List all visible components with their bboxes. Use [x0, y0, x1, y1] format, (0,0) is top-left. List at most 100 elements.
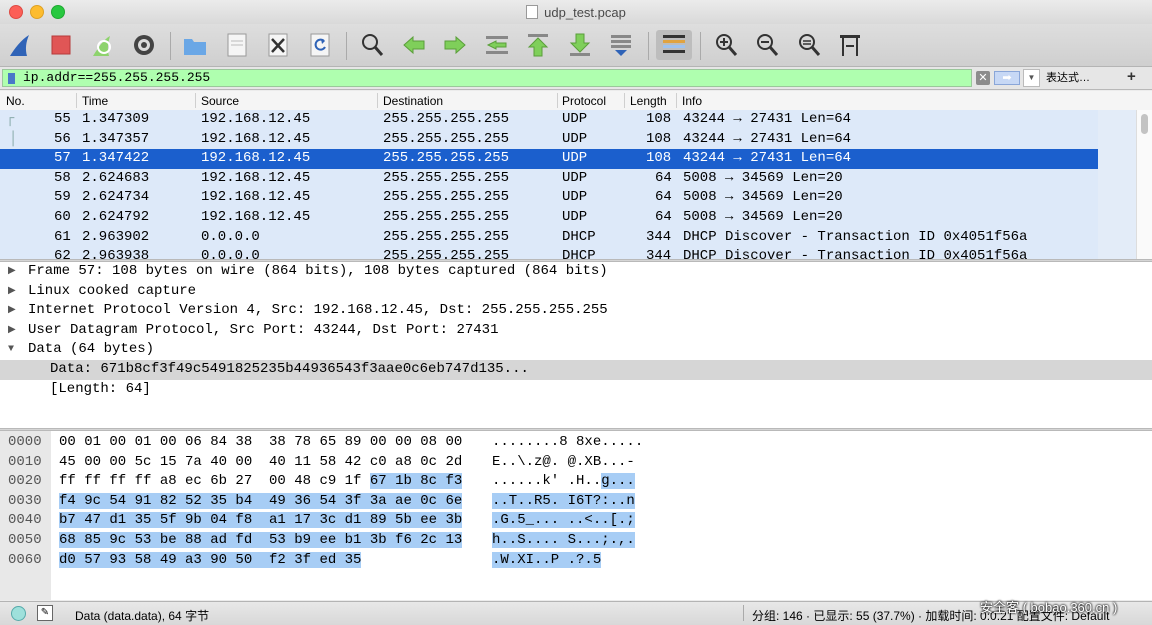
packet-row[interactable]: ┌ 55 1.347309 192.168.12.45 255.255.255.255 U…	[0, 110, 1098, 130]
hex-bytes[interactable]: b7 47 d1 35 5f 9b 04 f8 a1 17 3c d1 89 5…	[59, 511, 463, 530]
packet-details: ▶ Frame 57: 108 bytes on wire (864 bits),…	[0, 262, 1152, 429]
last-icon[interactable]	[565, 30, 595, 60]
packet-row[interactable]: │ 56 1.347357 192.168.12.45 255.255.255.255 U…	[0, 129, 1098, 150]
hex-bytes[interactable]: 68 85 9c 53 be 88 ad fd 53 b9 ee b1 3b f…	[59, 531, 463, 550]
shark-fin-icon[interactable]	[5, 30, 35, 60]
packet-row[interactable]: 58 2.624683 192.168.12.45 255.255.255.255 UD…	[0, 168, 1098, 189]
ascii-bytes[interactable]: ..T..R5. I6T?:..n	[492, 492, 635, 511]
zoom-in-icon[interactable]	[711, 30, 741, 60]
forward-icon[interactable]	[440, 30, 470, 60]
column-time[interactable]: Time	[82, 94, 108, 108]
packet-info: 5008 → 34569 Len=20	[683, 189, 843, 206]
close-file-icon[interactable]	[263, 30, 293, 60]
goto-icon[interactable]	[482, 30, 512, 60]
detail-row-linux-cooked[interactable]: ▶ Linux cooked capture	[0, 282, 1152, 302]
column-length[interactable]: Length	[630, 94, 667, 108]
column-protocol[interactable]: Protocol	[562, 94, 606, 108]
packet-time: 2.963938	[82, 248, 150, 259]
hex-bytes[interactable]: 45 00 00 5c 15 7a 40 00 40 11 58 42 c0 a…	[59, 453, 462, 472]
bytes-row[interactable]: 0000 00 01 00 01 00 06 84 38 38 78 65 89 …	[0, 433, 1152, 453]
detail-row-length[interactable]: [Length: 64]	[0, 380, 1152, 400]
detail-row-frame[interactable]: ▶ Frame 57: 108 bytes on wire (864 bits),…	[0, 262, 1152, 282]
packet-row-selected[interactable]: 57 1.347422 192.168.12.45 255.255.255.255 UD…	[0, 149, 1098, 169]
bookmark-icon[interactable]	[8, 73, 15, 84]
packet-source: 192.168.12.45	[201, 150, 311, 167]
resize-columns-icon[interactable]	[835, 30, 865, 60]
expand-arrow-icon[interactable]: ▶	[8, 262, 16, 281]
packet-row[interactable]: 59 2.624734 192.168.12.45 255.255.255.255 UD…	[0, 188, 1098, 208]
packet-list-scrollbar[interactable]	[1136, 110, 1152, 259]
capture-comment-icon[interactable]: ✎	[37, 605, 53, 621]
detail-row-ipv4[interactable]: ▶ Internet Protocol Version 4, Src: 192.1…	[0, 301, 1152, 321]
options-icon[interactable]	[129, 30, 159, 60]
column-no[interactable]: No.	[6, 94, 25, 108]
expand-arrow-icon[interactable]: ▶	[8, 282, 16, 301]
hex-plain: 00 01 00 01 00 06 84 38 38 78 65 89 00 0…	[59, 434, 463, 450]
zoom-out-icon[interactable]	[752, 30, 782, 60]
detail-row-data[interactable]: ▼ Data (64 bytes)	[0, 340, 1152, 360]
add-filter-button[interactable]: +	[1127, 68, 1136, 85]
expert-info-icon[interactable]	[11, 606, 26, 621]
hex-highlight: d0 57 93 58 49 a3 90 50 f2 3f ed 35	[59, 551, 362, 568]
display-filter-input[interactable]: ip.addr==255.255.255.255	[2, 69, 972, 87]
restart-icon[interactable]	[87, 30, 117, 60]
expand-arrow-icon[interactable]: ▶	[8, 321, 16, 340]
ascii-highlight: .G.5_... ..<..[.;	[492, 512, 635, 529]
bytes-row[interactable]: 0030 f4 9c 54 91 82 52 35 b4 49 36 54 3f …	[0, 492, 1152, 512]
ascii-plain: ........8 8xe.....	[492, 434, 644, 450]
ascii-bytes[interactable]: .W.XI..P .?.5	[492, 551, 602, 570]
clear-filter-button[interactable]: ✕	[976, 71, 990, 85]
apply-filter-button[interactable]: ➡	[994, 71, 1020, 85]
bytes-row[interactable]: 0040 b7 47 d1 35 5f 9b 04 f8 a1 17 3c d1 …	[0, 511, 1152, 531]
detail-text: User Datagram Protocol, Src Port: 43244,…	[28, 321, 499, 338]
packet-protocol: UDP	[562, 150, 588, 167]
packet-row[interactable]: 61 2.963902 0.0.0.0 255.255.255.255 DHCP 344 D…	[0, 227, 1098, 248]
filter-history-dropdown[interactable]: ▼	[1023, 69, 1040, 87]
column-info[interactable]: Info	[682, 94, 702, 108]
back-icon[interactable]	[399, 30, 429, 60]
stop-icon[interactable]	[46, 30, 76, 60]
bytes-row[interactable]: 0010 45 00 00 5c 15 7a 40 00 40 11 58 42 …	[0, 453, 1152, 473]
detail-row-data-value[interactable]: Data: 671b8cf3f49c5491825235b44936543f3a…	[0, 360, 1152, 380]
ascii-bytes[interactable]: ........8 8xe.....	[492, 433, 643, 452]
ascii-bytes[interactable]: ......k' .H..g...	[492, 472, 635, 491]
colorize-icon[interactable]	[656, 30, 692, 60]
packet-destination: 255.255.255.255	[383, 248, 510, 259]
column-destination[interactable]: Destination	[383, 94, 443, 108]
autoscroll-icon[interactable]	[606, 30, 636, 60]
packet-source: 192.168.12.45	[201, 130, 311, 147]
hex-bytes[interactable]: 00 01 00 01 00 06 84 38 38 78 65 89 00 0…	[59, 433, 462, 452]
hex-bytes[interactable]: d0 57 93 58 49 a3 90 50 f2 3f ed 35	[59, 551, 362, 570]
zoom-normal-icon[interactable]	[794, 30, 824, 60]
packet-row[interactable]: 60 2.624792 192.168.12.45 255.255.255.255 UD…	[0, 208, 1098, 228]
bytes-row[interactable]: 0050 68 85 9c 53 be 88 ad fd 53 b9 ee b1 …	[0, 531, 1152, 551]
save-icon[interactable]	[222, 30, 252, 60]
scrollbar-thumb[interactable]	[1141, 114, 1148, 134]
open-icon[interactable]	[180, 30, 210, 60]
collapse-arrow-icon[interactable]: ▼	[8, 340, 14, 359]
bytes-row[interactable]: 0060 d0 57 93 58 49 a3 90 50 f2 3f ed 35.…	[0, 551, 1152, 571]
expression-button[interactable]: 表达式…	[1046, 70, 1090, 86]
column-source[interactable]: Source	[201, 94, 239, 108]
expand-arrow-icon[interactable]: ▶	[8, 301, 16, 320]
ascii-bytes[interactable]: E..\.z@. @.XB...-	[492, 453, 635, 472]
reload-icon[interactable]	[305, 30, 335, 60]
find-icon[interactable]	[357, 30, 387, 60]
detail-text: Linux cooked capture	[28, 282, 197, 299]
packet-time: 2.624683	[82, 169, 150, 186]
packet-no: 57	[54, 150, 71, 167]
title-bar: udp_test.pcap	[0, 0, 1152, 24]
bytes-row[interactable]: 0020 ff ff ff ff a8 ec 6b 27 00 48 c9 1f …	[0, 472, 1152, 492]
detail-row-udp[interactable]: ▶ User Datagram Protocol, Src Port: 43244…	[0, 321, 1152, 341]
packet-destination: 255.255.255.255	[383, 189, 510, 206]
ascii-bytes[interactable]: .G.5_... ..<..[.;	[492, 511, 635, 530]
packet-row[interactable]: 62 2.963938 0.0.0.0 255.255.255.255 DHCP 344 D…	[0, 247, 1098, 259]
packet-time: 1.347309	[82, 111, 150, 127]
hex-bytes[interactable]: f4 9c 54 91 82 52 35 b4 49 36 54 3f 3a a…	[59, 492, 463, 511]
packet-no: 61	[54, 228, 71, 245]
first-icon[interactable]	[523, 30, 553, 60]
packet-list: ┌ 55 1.347309 192.168.12.45 255.255.255.255 U…	[0, 110, 1136, 259]
ascii-bytes[interactable]: h..S.... S...;.,.	[492, 531, 635, 550]
packet-list-minimap	[1098, 110, 1136, 259]
hex-bytes[interactable]: ff ff ff ff a8 ec 6b 27 00 48 c9 1f 67 1…	[59, 472, 463, 491]
